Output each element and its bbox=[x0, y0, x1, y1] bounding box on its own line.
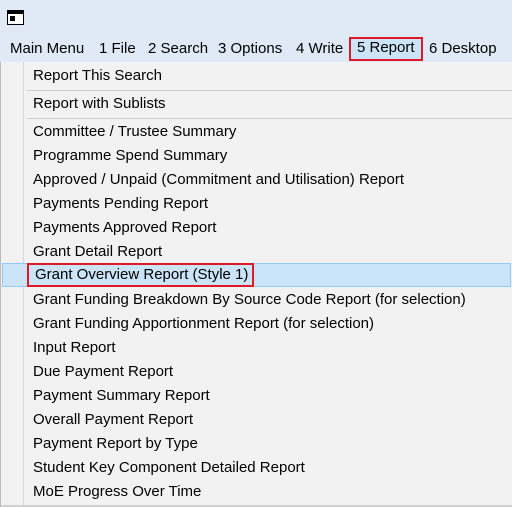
menu-item-payments-pending-report[interactable]: Payments Pending Report bbox=[27, 192, 208, 216]
menu-item-committee-trustee-summary[interactable]: Committee / Trustee Summary bbox=[27, 120, 236, 144]
report-dropdown-menu: Report This Search Report with Sublists … bbox=[0, 62, 512, 507]
menu-item-payments-approved-report[interactable]: Payments Approved Report bbox=[27, 216, 216, 240]
menu-file[interactable]: 1 File bbox=[95, 38, 140, 60]
menu-item-grant-funding-apportionment-report[interactable]: Grant Funding Apportionment Report (for … bbox=[27, 312, 374, 336]
menu-search[interactable]: 2 Search bbox=[144, 38, 212, 60]
menu-separator bbox=[27, 118, 512, 119]
menu-item-grant-overview-label: Grant Overview Report (Style 1) bbox=[27, 263, 255, 287]
menu-options[interactable]: 3 Options bbox=[214, 38, 286, 60]
menu-item-payment-report-by-type[interactable]: Payment Report by Type bbox=[27, 432, 198, 456]
menu-item-grant-overview-report[interactable]: Grant Overview Report (Style 1) bbox=[2, 263, 511, 287]
menu-item-grant-funding-breakdown-report[interactable]: Grant Funding Breakdown By Source Code R… bbox=[27, 288, 466, 312]
menu-item-input-report[interactable]: Input Report bbox=[27, 336, 116, 360]
menu-item-moe-progress-over-time[interactable]: MoE Progress Over Time bbox=[27, 480, 201, 504]
menu-separator bbox=[27, 90, 512, 91]
menu-bar: Main Menu 1 File 2 Search 3 Options 4 Wr… bbox=[0, 36, 512, 63]
menu-item-approved-unpaid-report[interactable]: Approved / Unpaid (Commitment and Utilis… bbox=[27, 168, 404, 192]
menu-item-grant-detail-report[interactable]: Grant Detail Report bbox=[27, 240, 162, 264]
app-window-icon[interactable] bbox=[7, 10, 24, 25]
menu-item-due-payment-report[interactable]: Due Payment Report bbox=[27, 360, 173, 384]
menu-item-payment-summary-report[interactable]: Payment Summary Report bbox=[27, 384, 210, 408]
menu-item-report-with-sublists[interactable]: Report with Sublists bbox=[27, 92, 166, 116]
menu-item-overall-payment-report[interactable]: Overall Payment Report bbox=[27, 408, 193, 432]
menu-desktop[interactable]: 6 Desktop bbox=[425, 38, 501, 60]
title-bar bbox=[0, 0, 512, 36]
menu-main-menu[interactable]: Main Menu bbox=[6, 38, 88, 60]
menu-report[interactable]: 5 Report bbox=[349, 37, 423, 61]
menu-item-student-key-component-report[interactable]: Student Key Component Detailed Report bbox=[27, 456, 305, 480]
menu-item-programme-spend-summary[interactable]: Programme Spend Summary bbox=[27, 144, 227, 168]
menu-write[interactable]: 4 Write bbox=[292, 38, 347, 60]
menu-item-report-this-search[interactable]: Report This Search bbox=[27, 64, 162, 88]
